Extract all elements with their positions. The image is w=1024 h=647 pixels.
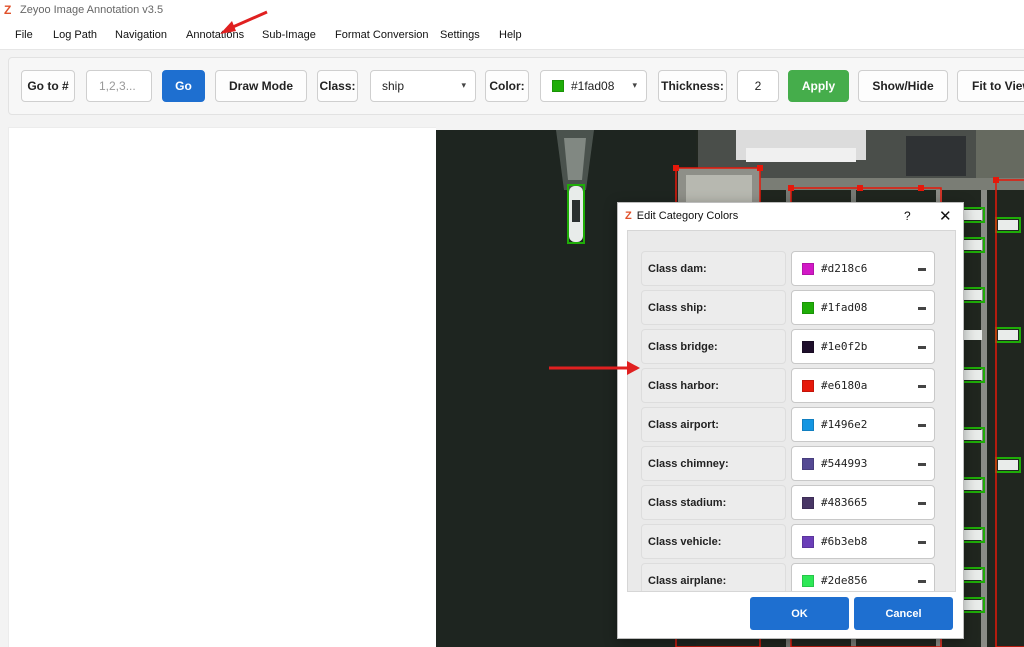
dialog-title: Edit Category Colors <box>636 210 739 222</box>
category-label: Class ship: <box>641 290 786 325</box>
dropdown-icon <box>918 307 926 310</box>
category-color-button[interactable]: #544993 <box>791 446 935 481</box>
category-color-button[interactable]: #6b3eb8 <box>791 524 935 559</box>
draw-mode-button[interactable]: Draw Mode <box>215 70 307 102</box>
scrollbar-thumb[interactable] <box>955 243 956 395</box>
category-row: Class harbor: #e6180a <box>641 368 945 403</box>
toolbar: Go to # 1,2,3... Go Draw Mode Class: shi… <box>8 57 1024 115</box>
category-row: Class airport: #1496e2 <box>641 407 945 442</box>
goto-input[interactable]: 1,2,3... <box>86 70 152 102</box>
menu-navigation[interactable]: Navigation <box>115 29 167 41</box>
close-icon[interactable]: ✕ <box>939 207 952 225</box>
color-swatch-icon <box>802 301 814 314</box>
category-color-button[interactable]: #1fad08 <box>791 290 935 325</box>
dropdown-icon <box>918 424 926 427</box>
category-row: Class stadium: #483665 <box>641 485 945 520</box>
category-color-value: #6b3eb8 <box>821 535 868 548</box>
dropdown-icon <box>918 580 926 583</box>
menu-sub-image[interactable]: Sub-Image <box>262 29 316 41</box>
go-button[interactable]: Go <box>162 70 205 102</box>
color-swatch-icon <box>802 574 814 587</box>
cancel-button[interactable]: Cancel <box>854 597 953 630</box>
menu-format-conversion[interactable]: Format Conversion <box>335 29 429 41</box>
category-color-value: #1fad08 <box>821 301 868 314</box>
color-swatch-icon <box>802 535 814 548</box>
category-color-value: #1e0f2b <box>821 340 868 353</box>
dropdown-icon <box>918 463 926 466</box>
dropdown-icon <box>918 385 926 388</box>
class-select-value: ship <box>382 79 405 93</box>
class-select[interactable]: ship ▾ <box>370 70 476 102</box>
category-label: Class harbor: <box>641 368 786 403</box>
app-logo-icon: Z <box>625 210 632 222</box>
color-select[interactable]: #1fad08 ▾ <box>540 70 647 102</box>
menu-file[interactable]: File <box>15 29 33 41</box>
dialog-header: Z Edit Category Colors ? ✕ <box>618 203 963 229</box>
category-row: Class airplane: #2de856 <box>641 563 945 591</box>
category-row: Class chimney: #544993 <box>641 446 945 481</box>
menu-settings[interactable]: Settings <box>440 29 480 41</box>
dropdown-icon: ▾ <box>461 80 466 90</box>
category-row: Class ship: #1fad08 <box>641 290 945 325</box>
category-color-value: #e6180a <box>821 379 868 392</box>
help-icon[interactable]: ? <box>904 209 911 223</box>
category-color-button[interactable]: #2de856 <box>791 563 935 591</box>
category-color-button[interactable]: #1e0f2b <box>791 329 935 364</box>
title-bar: Z Zeyoo Image Annotation v3.5 <box>0 0 1024 20</box>
dropdown-icon <box>918 268 926 271</box>
category-color-value: #483665 <box>821 496 868 509</box>
category-label: Class stadium: <box>641 485 786 520</box>
side-panel <box>8 127 436 647</box>
goto-label: Go to # <box>21 70 75 102</box>
category-color-value: #1496e2 <box>821 418 868 431</box>
color-swatch-icon <box>802 262 814 275</box>
dropdown-icon <box>918 541 926 544</box>
category-color-value: #d218c6 <box>821 262 868 275</box>
category-color-button[interactable]: #1496e2 <box>791 407 935 442</box>
show-hide-button[interactable]: Show/Hide <box>858 70 948 102</box>
category-row: Class vehicle: #6b3eb8 <box>641 524 945 559</box>
category-label: Class chimney: <box>641 446 786 481</box>
dropdown-icon: ▾ <box>632 80 637 90</box>
color-swatch-icon <box>802 496 814 509</box>
menu-help[interactable]: Help <box>499 29 522 41</box>
color-label: Color: <box>485 70 529 102</box>
category-row: Class bridge: #1e0f2b <box>641 329 945 364</box>
category-row: Class dam: #d218c6 <box>641 251 945 286</box>
fit-to-view-button[interactable]: Fit to View <box>957 70 1024 102</box>
color-swatch-icon <box>802 457 814 470</box>
category-label: Class airport: <box>641 407 786 442</box>
color-swatch-icon <box>802 418 814 431</box>
color-swatch-icon <box>552 80 564 92</box>
category-color-value: #544993 <box>821 457 868 470</box>
apply-button[interactable]: Apply <box>788 70 849 102</box>
ok-button[interactable]: OK <box>750 597 849 630</box>
category-label: Class vehicle: <box>641 524 786 559</box>
category-color-value: #2de856 <box>821 574 868 587</box>
color-select-value: #1fad08 <box>571 79 615 93</box>
color-swatch-icon <box>802 379 814 392</box>
category-color-button[interactable]: #e6180a <box>791 368 935 403</box>
category-label: Class dam: <box>641 251 786 286</box>
category-label: Class airplane: <box>641 563 786 591</box>
menu-bar: File Log Path Navigation Annotations Sub… <box>0 20 1024 50</box>
thickness-input[interactable]: 2 <box>737 70 779 102</box>
dropdown-icon <box>918 346 926 349</box>
thickness-label: Thickness: <box>658 70 727 102</box>
category-list: Class dam: #d218c6 Class ship: #1fad08 C… <box>627 230 956 592</box>
app-logo-icon: Z <box>4 3 12 17</box>
category-color-button[interactable]: #d218c6 <box>791 251 935 286</box>
class-label: Class: <box>317 70 358 102</box>
color-swatch-icon <box>802 340 814 353</box>
category-label: Class bridge: <box>641 329 786 364</box>
menu-log-path[interactable]: Log Path <box>53 29 97 41</box>
window-title: Zeyoo Image Annotation v3.5 <box>20 4 164 16</box>
dialog-scrollbar[interactable] <box>954 231 956 591</box>
category-color-button[interactable]: #483665 <box>791 485 935 520</box>
dropdown-icon <box>918 502 926 505</box>
menu-annotations[interactable]: Annotations <box>186 29 244 41</box>
edit-category-colors-dialog: Z Edit Category Colors ? ✕ Class dam: #d… <box>617 202 964 639</box>
